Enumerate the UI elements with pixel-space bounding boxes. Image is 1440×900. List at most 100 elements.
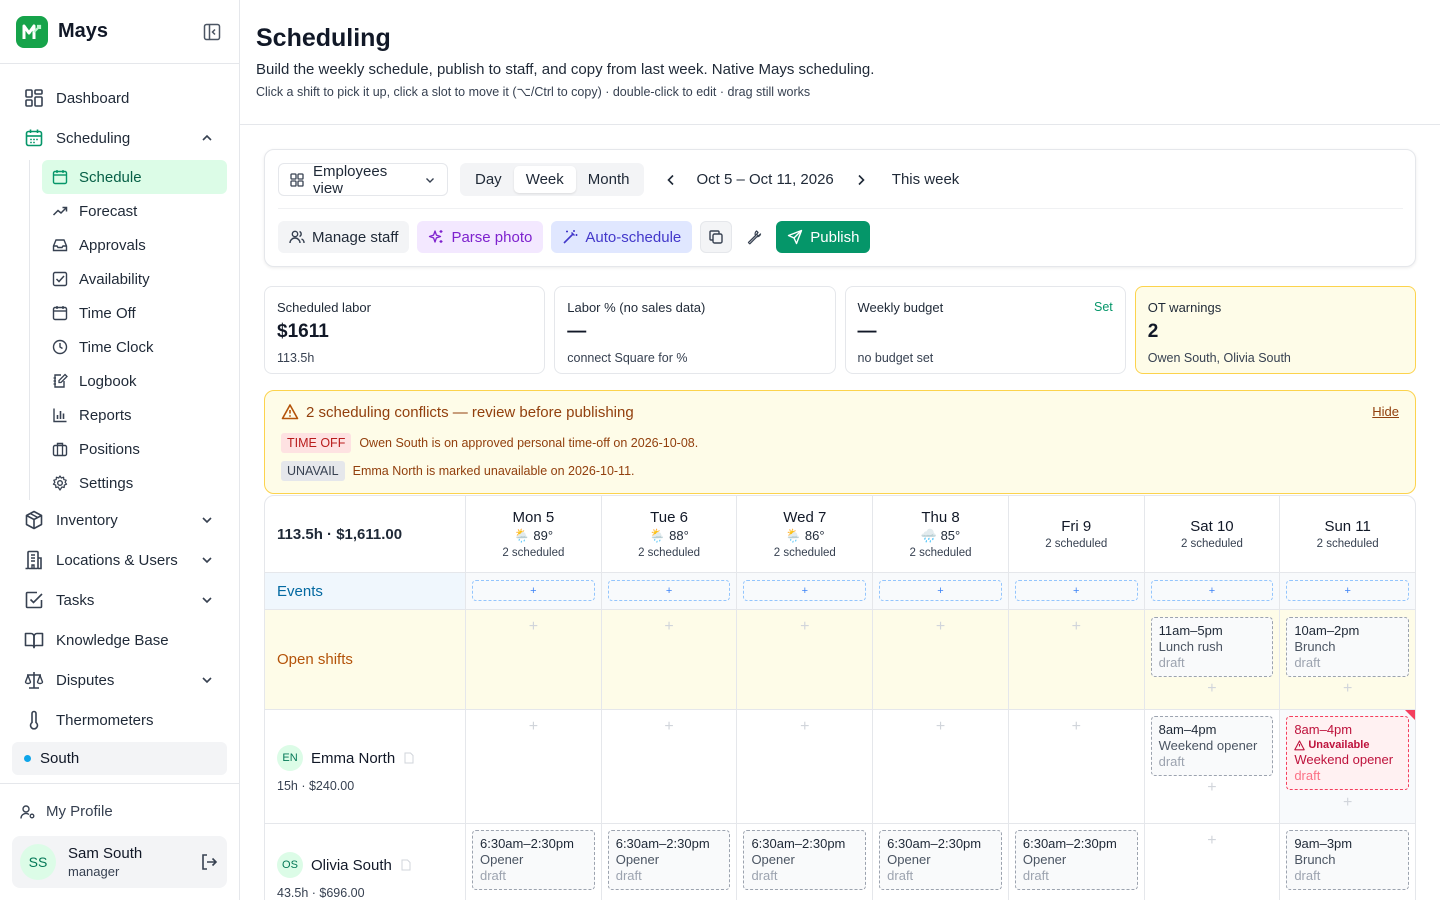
schedule-slot[interactable]: +	[466, 610, 602, 709]
add-shift-button[interactable]: +	[1145, 680, 1280, 698]
nav-scheduling[interactable]: Scheduling	[12, 118, 227, 158]
nav-tasks[interactable]: Tasks	[12, 580, 227, 620]
publish-button[interactable]: Publish	[776, 221, 871, 253]
add-event-button[interactable]: +	[1286, 580, 1410, 601]
add-shift-button[interactable]: +	[602, 718, 737, 736]
schedule-slot[interactable]: 6:30am–2:30pm Opener draft	[466, 824, 602, 900]
note-icon[interactable]	[400, 859, 412, 871]
schedule-slot[interactable]: +	[737, 610, 874, 709]
subnav-reports[interactable]: Reports	[42, 398, 227, 432]
shift-card[interactable]: 8am–4pm Weekend opener draft	[1150, 716, 1274, 776]
nav-inventory-label: Inventory	[56, 511, 118, 529]
note-icon[interactable]	[403, 752, 415, 764]
view-select[interactable]: Employees view	[278, 163, 448, 197]
add-shift-button[interactable]: +	[873, 618, 1008, 636]
shift-role: Opener	[887, 852, 931, 867]
subnav-approvals[interactable]: Approvals	[42, 228, 227, 262]
shift-card[interactable]: 6:30am–2:30pm Opener draft	[1014, 830, 1138, 890]
shift-card[interactable]: 9am–3pm Brunch draft	[1286, 830, 1410, 890]
copy-last-week-button[interactable]	[700, 221, 733, 253]
shift-card[interactable]: 11am–5pm Lunch rush draft	[1150, 617, 1274, 677]
subnav-settings[interactable]: Settings	[42, 466, 227, 500]
nav-locations-users[interactable]: Locations & Users	[12, 540, 227, 580]
add-shift-button[interactable]: +	[737, 718, 872, 736]
next-week-button[interactable]	[846, 163, 876, 196]
add-shift-button[interactable]: +	[1009, 718, 1144, 736]
nav-knowledge-base[interactable]: Knowledge Base	[12, 620, 227, 660]
schedule-slot[interactable]: +	[1009, 710, 1145, 823]
schedule-slot[interactable]: +	[873, 610, 1009, 709]
schedule-slot[interactable]: 9am–3pm Brunch draft	[1280, 824, 1415, 900]
schedule-slot[interactable]: +	[737, 710, 874, 823]
shift-card-conflict[interactable]: 8am–4pm Unavailable Weekend opener draft	[1286, 716, 1410, 790]
schedule-slot-conflict[interactable]: 8am–4pm Unavailable Weekend opener draft…	[1280, 710, 1415, 823]
nav-dashboard[interactable]: Dashboard	[12, 78, 227, 118]
previous-week-button[interactable]	[656, 163, 686, 196]
nav-inventory[interactable]: Inventory	[12, 500, 227, 540]
mays-logo-icon[interactable]	[16, 15, 48, 48]
add-event-button[interactable]: +	[472, 580, 595, 601]
conflict-item[interactable]: UNAVAIL Emma North is marked unavailable…	[281, 461, 635, 481]
add-shift-button[interactable]: +	[737, 618, 872, 636]
schedule-slot[interactable]: 6:30am–2:30pm Opener draft	[1009, 824, 1145, 900]
add-event-button[interactable]: +	[879, 580, 1002, 601]
schedule-slot[interactable]: +	[466, 710, 602, 823]
collapse-sidebar-icon[interactable]	[201, 21, 223, 43]
add-shift-button[interactable]: +	[1145, 779, 1280, 797]
conflict-item[interactable]: TIME OFF Owen South is on approved perso…	[281, 433, 698, 453]
add-event-button[interactable]: +	[607, 580, 731, 601]
add-shift-button[interactable]: +	[466, 718, 601, 736]
add-shift-button[interactable]: +	[1145, 832, 1280, 850]
subnav-schedule[interactable]: Schedule	[42, 160, 227, 194]
add-shift-button[interactable]: +	[1280, 680, 1415, 698]
subnav-forecast[interactable]: Forecast	[42, 194, 227, 228]
schedule-slot[interactable]: +	[873, 710, 1009, 823]
add-shift-button[interactable]: +	[1009, 618, 1144, 636]
schedule-slot[interactable]: +	[1009, 610, 1145, 709]
schedule-slot[interactable]: +	[1145, 824, 1281, 900]
schedule-slot[interactable]: 6:30am–2:30pm Opener draft	[737, 824, 874, 900]
employee-header[interactable]: OS Olivia South	[277, 852, 412, 878]
add-shift-button[interactable]: +	[466, 618, 601, 636]
add-shift-button[interactable]: +	[873, 718, 1008, 736]
subnav-positions[interactable]: Positions	[42, 432, 227, 466]
tab-week[interactable]: Week	[513, 166, 576, 193]
auto-schedule-button[interactable]: Auto-schedule	[551, 221, 693, 253]
this-week-button[interactable]: This week	[892, 163, 960, 196]
employee-header[interactable]: EN Emma North	[277, 745, 415, 771]
set-budget-link[interactable]: Set	[1094, 300, 1113, 314]
add-event-button[interactable]: +	[743, 580, 867, 601]
schedule-slot[interactable]: +	[602, 610, 738, 709]
logout-icon[interactable]	[199, 852, 219, 872]
shift-card[interactable]: 6:30am–2:30pm Opener draft	[743, 830, 867, 890]
tools-button[interactable]	[740, 221, 768, 253]
subnav-logbook[interactable]: Logbook	[42, 364, 227, 398]
tab-day[interactable]: Day	[463, 166, 514, 193]
schedule-slot[interactable]: 8am–4pm Weekend opener draft +	[1145, 710, 1281, 823]
stat-card-weekly-budget: Weekly budget Set — no budget set	[844, 286, 1126, 374]
location-selector[interactable]: South	[12, 742, 227, 775]
add-event-button[interactable]: +	[1150, 580, 1274, 601]
subnav-time-clock[interactable]: Time Clock	[42, 330, 227, 364]
schedule-slot[interactable]: 6:30am–2:30pm Opener draft	[873, 824, 1009, 900]
add-shift-button[interactable]: +	[1280, 794, 1415, 812]
schedule-slot[interactable]: 6:30am–2:30pm Opener draft	[602, 824, 738, 900]
tab-month[interactable]: Month	[576, 166, 642, 193]
nav-thermometers[interactable]: Thermometers	[12, 700, 227, 740]
parse-photo-button[interactable]: Parse photo	[417, 221, 544, 253]
add-shift-button[interactable]: +	[602, 618, 737, 636]
shift-card[interactable]: 6:30am–2:30pm Opener draft	[607, 830, 731, 890]
shift-card[interactable]: 10am–2pm Brunch draft	[1286, 617, 1410, 677]
schedule-slot[interactable]: +	[602, 710, 738, 823]
subnav-availability[interactable]: Availability	[42, 262, 227, 296]
my-profile-link[interactable]: My Profile	[20, 803, 113, 820]
schedule-slot[interactable]: 10am–2pm Brunch draft +	[1280, 610, 1415, 709]
shift-card[interactable]: 6:30am–2:30pm Opener draft	[879, 830, 1002, 890]
add-event-button[interactable]: +	[1014, 580, 1138, 601]
schedule-slot[interactable]: 11am–5pm Lunch rush draft +	[1145, 610, 1281, 709]
hide-conflicts-link[interactable]: Hide	[1372, 404, 1399, 419]
manage-staff-button[interactable]: Manage staff	[278, 221, 410, 253]
subnav-time-off[interactable]: Time Off	[42, 296, 227, 330]
shift-card[interactable]: 6:30am–2:30pm Opener draft	[472, 830, 595, 890]
nav-disputes[interactable]: Disputes	[12, 660, 227, 700]
